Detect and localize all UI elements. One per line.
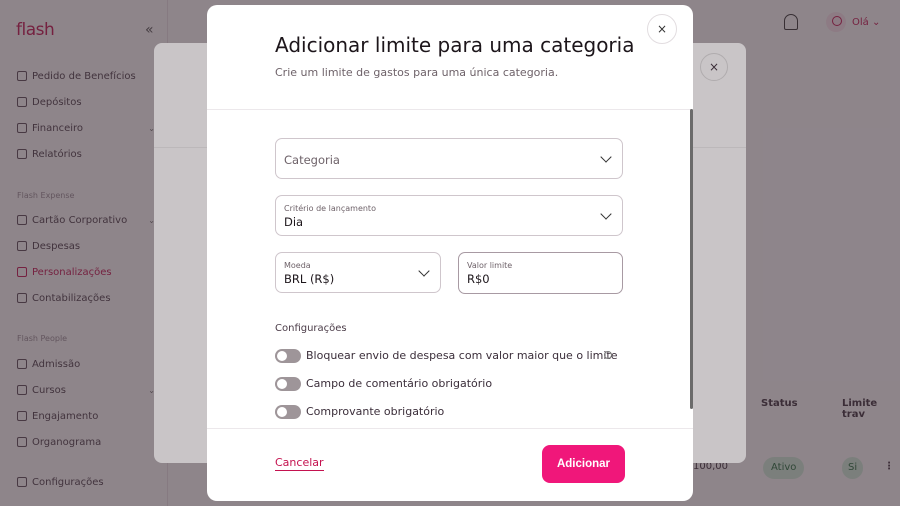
toggle-label-receipt-required: Comprovante obrigatório [306, 405, 445, 418]
scrollbar[interactable] [690, 109, 693, 409]
currency-select[interactable]: Moeda BRL (R$) [275, 252, 441, 293]
chevron-down-icon [600, 151, 612, 163]
toggle-receipt-required[interactable] [275, 405, 301, 419]
currency-value: BRL (R$) [284, 272, 335, 286]
toggle-label-comment-required: Campo de comentário obrigatório [306, 377, 493, 390]
footer-divider [207, 428, 693, 429]
modal-title: Adicionar limite para uma categoria [275, 33, 635, 57]
toggle-block-over-limit[interactable] [275, 349, 301, 363]
cancel-button[interactable]: Cancelar [275, 456, 324, 471]
chevron-down-icon [418, 265, 430, 277]
toggle-label-block-over-limit: Bloquear envio de despesa com valor maio… [306, 349, 618, 362]
limit-value-input[interactable]: Valor limite R$0 [458, 252, 623, 294]
add-category-limit-modal: × Adicionar limite para uma categoria Cr… [207, 5, 693, 501]
currency-label: Moeda [284, 261, 311, 270]
criterion-select[interactable]: Critério de lançamento Dia [275, 195, 623, 236]
category-select[interactable]: Categoria [275, 138, 623, 179]
modal-subtitle: Crie um limite de gastos para uma única … [275, 66, 559, 79]
limit-value: R$0 [467, 272, 490, 286]
criterion-value: Dia [284, 215, 304, 229]
close-icon[interactable]: × [647, 14, 677, 44]
header-divider [207, 109, 693, 110]
toggle-comment-required[interactable] [275, 377, 301, 391]
info-icon[interactable] [604, 351, 612, 359]
criterion-label: Critério de lançamento [284, 204, 376, 213]
category-placeholder: Categoria [284, 153, 340, 167]
add-button[interactable]: Adicionar [542, 445, 625, 483]
chevron-down-icon [600, 208, 612, 220]
settings-title: Configurações [275, 323, 347, 334]
limit-label: Valor limite [467, 261, 513, 270]
